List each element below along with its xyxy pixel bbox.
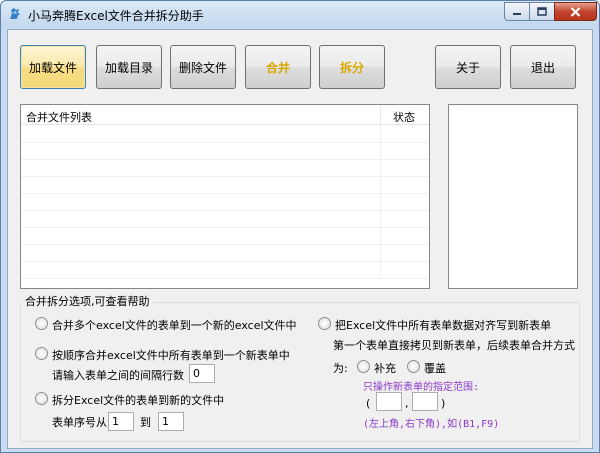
mode-fill-label[interactable]: 补充: [374, 360, 396, 376]
load-directory-button[interactable]: 加载目录: [96, 45, 162, 89]
range-bottom-right-input[interactable]: [412, 392, 438, 411]
sheet-from-input[interactable]: 1: [108, 412, 134, 431]
option-align-sheets-label[interactable]: 把Excel文件中所有表单数据对齐写到新表单: [335, 317, 551, 333]
merge-file-list[interactable]: 合并文件列表 状态: [20, 104, 430, 289]
split-button[interactable]: 拆分: [319, 45, 385, 89]
range-close-paren: ): [441, 397, 446, 410]
delete-file-button[interactable]: 删除文件: [170, 45, 236, 89]
option-merge-to-workbook-radio[interactable]: [35, 317, 48, 330]
column-header-status[interactable]: 状态: [393, 109, 415, 125]
column-header-filename[interactable]: 合并文件列表: [26, 109, 92, 125]
list-row[interactable]: [21, 126, 429, 143]
range-top-left-input[interactable]: [376, 392, 402, 411]
mode-fill-radio[interactable]: [357, 360, 370, 373]
list-header: 合并文件列表 状态: [21, 105, 429, 125]
option-merge-to-sheet-radio[interactable]: [35, 347, 48, 360]
range-open-paren: (: [366, 397, 371, 410]
option-merge-to-workbook-label[interactable]: 合并多个excel文件的表单到一个新的excel文件中: [52, 317, 297, 333]
list-row[interactable]: [21, 211, 429, 228]
title-bar[interactable]: 小马奔腾Excel文件合并拆分助手: [1, 1, 599, 27]
horse-app-icon: [10, 8, 20, 19]
gap-rows-input[interactable]: 0: [189, 364, 215, 383]
window-title: 小马奔腾Excel文件合并拆分助手: [28, 9, 204, 23]
minimize-icon: [513, 12, 521, 15]
close-icon: [570, 6, 581, 17]
list-row[interactable]: [21, 143, 429, 160]
maximize-icon: [537, 7, 547, 16]
sheet-from-label: 表单序号从: [52, 416, 107, 429]
options-group-title: 合并拆分选项,可查看帮助: [22, 293, 153, 309]
mode-cover-label[interactable]: 覆盖: [424, 360, 446, 376]
list-row[interactable]: [21, 228, 429, 245]
mode-cover-radio[interactable]: [407, 360, 420, 373]
merge-button[interactable]: 合并: [245, 45, 311, 89]
maximize-button[interactable]: [529, 2, 555, 21]
option-split-label[interactable]: 拆分Excel文件的表单到新的文件中: [52, 392, 224, 408]
merge-mode-description: 第一个表单直接拷贝到新表单，后续表单合并方式: [333, 339, 575, 352]
minimize-button[interactable]: [504, 2, 530, 21]
list-row[interactable]: [21, 245, 429, 262]
merge-mode-label: 为:: [333, 362, 348, 375]
list-row[interactable]: [21, 177, 429, 194]
range-comma: ,: [405, 397, 409, 410]
about-button[interactable]: 关于: [435, 45, 501, 89]
option-split-radio[interactable]: [35, 392, 48, 405]
exit-button[interactable]: 退出: [510, 45, 576, 89]
sheet-to-label: 到: [140, 416, 151, 429]
close-button[interactable]: [554, 2, 597, 21]
option-align-sheets-radio[interactable]: [318, 317, 331, 330]
gap-rows-label: 请输入表单之间的间隔行数: [52, 369, 184, 382]
column-divider[interactable]: [380, 105, 381, 125]
option-merge-to-sheet-label[interactable]: 按顺序合并excel文件中所有表单到一个新表单中: [52, 347, 290, 363]
main-window: 小马奔腾Excel文件合并拆分助手 加载文件 加载目录 删除文件 合并 拆分 关…: [0, 0, 600, 453]
list-row[interactable]: [21, 160, 429, 177]
info-panel[interactable]: [448, 104, 578, 289]
client-area: 加载文件 加载目录 删除文件 合并 拆分 关于 退出 合并文件列表 状态 合并拆…: [7, 29, 593, 449]
list-row[interactable]: [21, 194, 429, 211]
range-hint-text: 只操作新表单的指定范围:: [363, 382, 480, 393]
load-file-button[interactable]: 加载文件: [20, 45, 86, 89]
sheet-to-input[interactable]: 1: [158, 412, 184, 431]
range-example-text: (左上角,右下角),如(B1,F9): [363, 419, 500, 430]
list-row[interactable]: [21, 262, 429, 279]
